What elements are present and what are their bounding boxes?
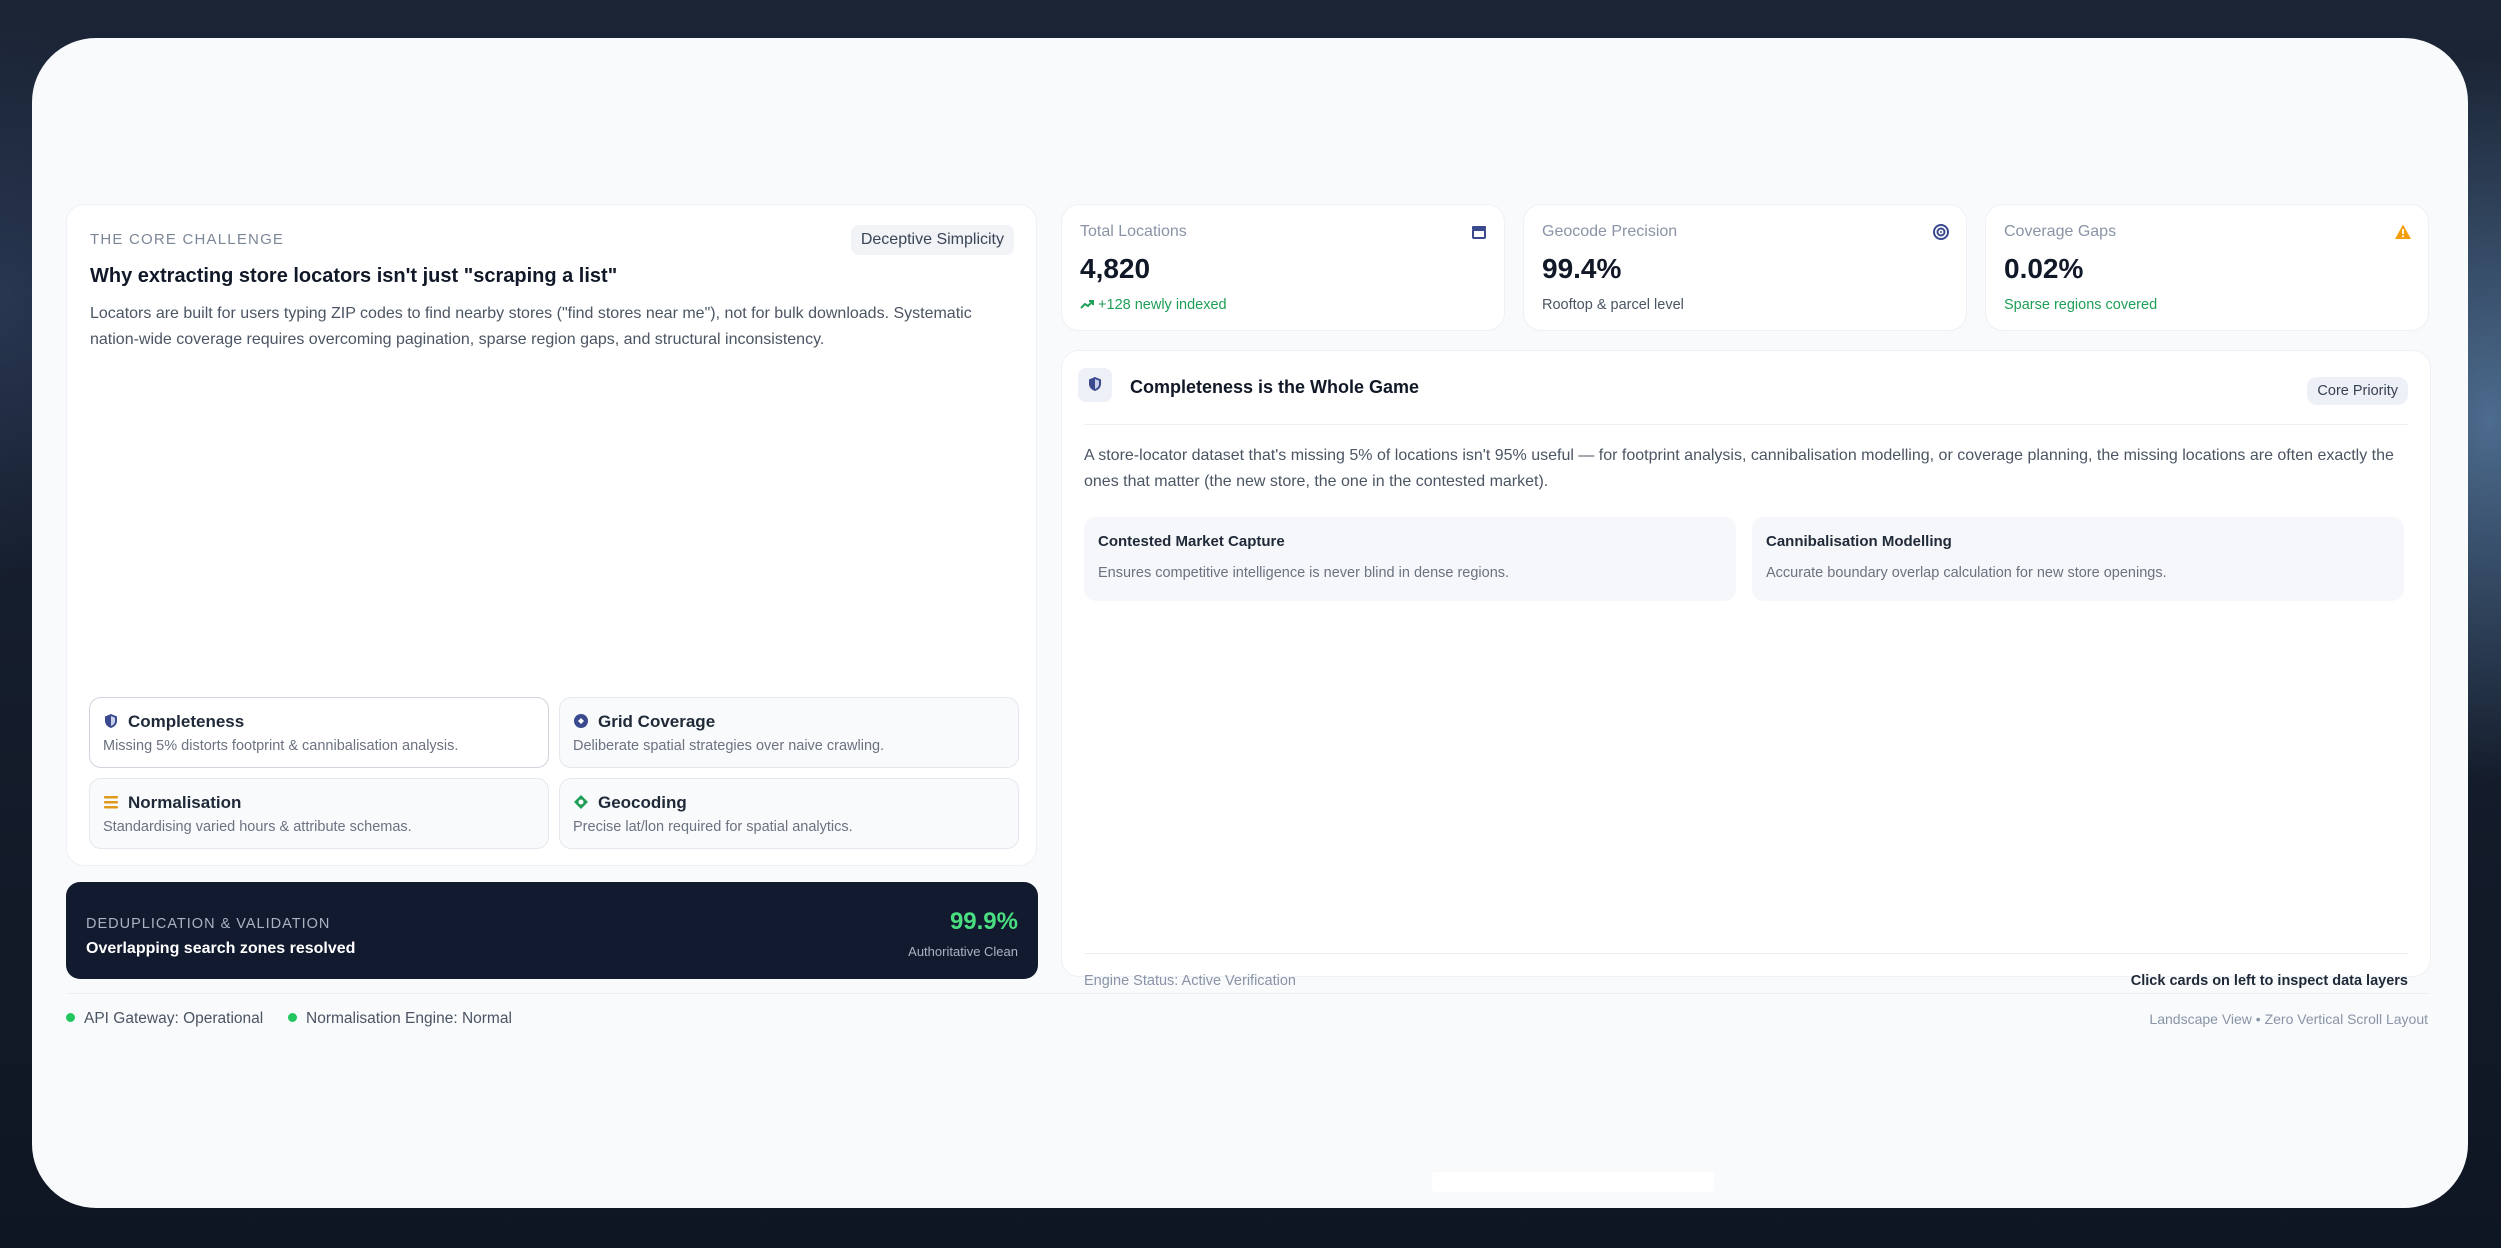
feature-title: Geocoding <box>598 793 687 812</box>
feature-title: Completeness <box>128 712 245 731</box>
feature-title: Normalisation <box>128 793 242 812</box>
stat-card-geocode-precision: Geocode Precision 99.4% Rooftop & parcel… <box>1523 204 1967 331</box>
challenge-tag: Deceptive Simplicity <box>850 225 1014 255</box>
dedup-label: DEDUPLICATION & VALIDATION <box>86 916 331 932</box>
priority-badge: Core Priority <box>2307 377 2408 405</box>
stat-sub: +128 newly indexed <box>1080 297 1227 313</box>
panel-hint: Click cards on left to inspect data laye… <box>2130 973 2408 989</box>
faint-overlay-bar <box>1432 1172 1714 1192</box>
list-icon <box>104 796 118 809</box>
divider <box>1084 953 2408 954</box>
status-dot-icon <box>288 1013 297 1022</box>
stat-card-coverage-gaps: Coverage Gaps 0.02% Sparse regions cover… <box>1985 204 2429 331</box>
stat-label: Total Locations <box>1080 223 1187 240</box>
challenge-title: Why extracting store locators isn't just… <box>90 265 618 287</box>
target-icon <box>1933 224 1949 240</box>
normalisation-engine-status: Normalisation Engine: Normal <box>288 1010 512 1028</box>
stat-value: 99.4% <box>1542 253 1622 284</box>
trend-up-icon <box>1080 300 1094 309</box>
stat-value: 4,820 <box>1080 253 1151 284</box>
stat-sub: Sparse regions covered <box>2004 297 2158 313</box>
stat-sub: Rooftop & parcel level <box>1542 297 1684 313</box>
dedup-validation-card: DEDUPLICATION & VALIDATION Overlapping s… <box>66 882 1038 979</box>
core-challenge-card: THE CORE CHALLENGE Deceptive Simplicity … <box>66 204 1037 866</box>
status-dot-icon <box>66 1013 75 1022</box>
sub-card-title: Cannibalisation Modelling <box>1766 533 1952 550</box>
feature-card-completeness[interactable]: Completeness Missing 5% distorts footpri… <box>89 697 549 768</box>
feature-card-geocoding[interactable]: Geocoding Precise lat/lon required for s… <box>559 778 1019 849</box>
status-text: Normalisation Engine: Normal <box>306 1010 512 1027</box>
app-window: THE CORE CHALLENGE Deceptive Simplicity … <box>32 38 2468 1208</box>
feature-card-normalisation[interactable]: Normalisation Standardising varied hours… <box>89 778 549 849</box>
completeness-detail-panel: Completeness is the Whole Game Core Prio… <box>1061 350 2431 989</box>
panel-badge <box>1078 368 1112 402</box>
cannibalisation-card: Cannibalisation Modelling Accurate bound… <box>1752 517 2404 601</box>
feature-desc: Standardising varied hours & attribute s… <box>103 819 412 835</box>
sub-card-desc: Ensures competitive intelligence is neve… <box>1098 565 1510 581</box>
feature-title: Grid Coverage <box>598 712 716 731</box>
dedup-value: 99.9% <box>949 908 1018 935</box>
stat-card-total-locations: Total Locations 4,820 +128 newly indexed <box>1061 204 1505 331</box>
engine-status: Engine Status: Active Verification <box>1084 973 1296 989</box>
dedup-subtitle: Authoritative Clean <box>908 944 1018 959</box>
challenge-description: Locators are built for users typing ZIP … <box>90 305 972 348</box>
feature-card-grid-coverage[interactable]: Grid Coverage Deliberate spatial strateg… <box>559 697 1019 768</box>
shield-icon <box>1089 377 1101 391</box>
shield-icon <box>105 714 117 728</box>
challenge-eyebrow: THE CORE CHALLENGE <box>90 231 285 248</box>
layout-note: Landscape View • Zero Vertical Scroll La… <box>2149 1011 2428 1027</box>
stat-label: Geocode Precision <box>1542 223 1678 240</box>
contested-market-card: Contested Market Capture Ensures competi… <box>1084 517 1736 601</box>
sub-card-title: Contested Market Capture <box>1098 533 1285 550</box>
divider <box>1084 424 2408 425</box>
stat-label: Coverage Gaps <box>2004 223 2117 240</box>
panel-title: Completeness is the Whole Game <box>1130 377 1420 397</box>
stat-value: 0.02% <box>2004 253 2084 284</box>
feature-desc: Precise lat/lon required for spatial ana… <box>573 819 853 835</box>
feature-desc: Deliberate spatial strategies over naive… <box>573 738 885 754</box>
feature-desc: Missing 5% distorts footprint & cannibal… <box>103 738 459 754</box>
grid-icon <box>574 714 588 728</box>
store-icon <box>1472 226 1486 239</box>
status-text: API Gateway: Operational <box>84 1010 264 1027</box>
panel-description: A store-locator dataset that's missing 5… <box>1084 447 2394 490</box>
warning-icon <box>2395 224 2411 239</box>
footer-divider <box>66 993 2430 994</box>
api-gateway-status: API Gateway: Operational <box>66 1010 263 1028</box>
sub-card-desc: Accurate boundary overlap calculation fo… <box>1766 565 2167 581</box>
dedup-title: Overlapping search zones resolved <box>86 940 356 957</box>
geocode-icon <box>574 795 588 809</box>
stat-sub-text: +128 newly indexed <box>1098 297 1227 313</box>
